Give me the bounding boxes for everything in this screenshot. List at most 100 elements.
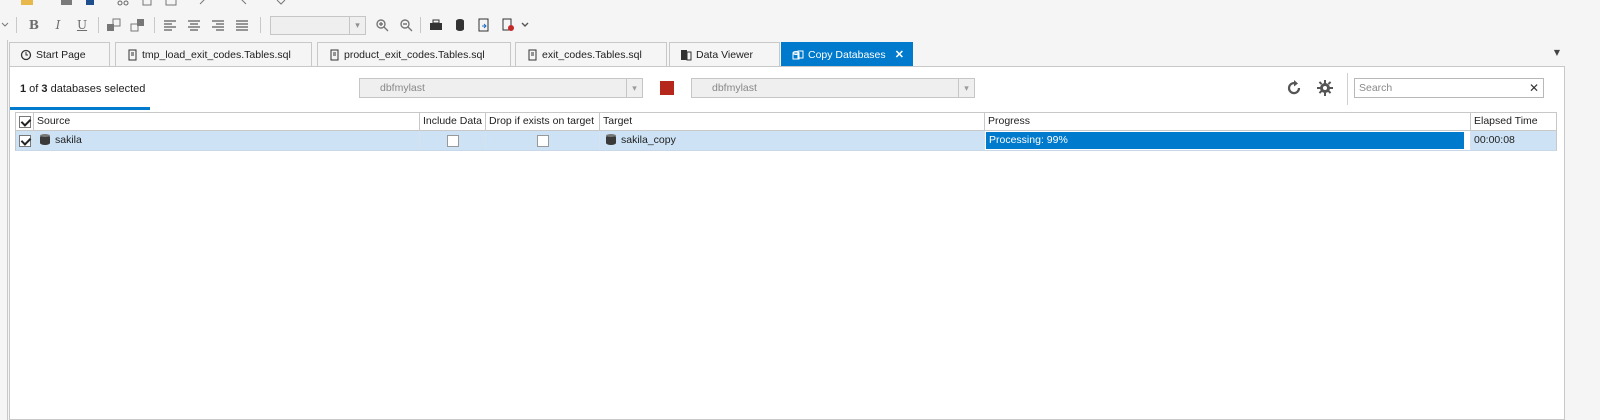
align-justify-icon[interactable]	[232, 15, 252, 35]
copy-databases-panel: 1 of 3 databases selected dbfmylast ▾ db…	[9, 66, 1565, 420]
chevron-down-icon[interactable]: ▾	[626, 79, 642, 97]
top-toolbar	[0, 0, 1600, 8]
zoom-in-icon[interactable]	[372, 15, 392, 35]
databases-grid: Source Include Data Drop if exists on ta…	[15, 112, 1557, 151]
database-icon	[40, 134, 50, 146]
indent-icon[interactable]	[104, 15, 124, 35]
italic-button[interactable]: I	[48, 15, 68, 35]
database-icon[interactable]	[450, 15, 470, 35]
toolbar-separator	[1347, 73, 1348, 105]
data-viewer-icon	[680, 49, 692, 61]
copy-icon[interactable]	[140, 0, 154, 6]
align-left-icon[interactable]	[160, 15, 180, 35]
align-right-icon[interactable]	[208, 15, 228, 35]
right-margin	[1565, 66, 1600, 420]
export-document-icon[interactable]	[474, 15, 494, 35]
tab-exit-codes[interactable]: exit_codes.Tables.sql	[515, 42, 667, 66]
grid-header: Source Include Data Drop if exists on ta…	[15, 112, 1557, 131]
tab-overflow-chevron-icon[interactable]: ▼	[1554, 48, 1560, 57]
column-header-source[interactable]: Source	[34, 113, 420, 130]
tab-label: product_exit_codes.Tables.sql	[344, 48, 485, 61]
left-dock-strip	[0, 40, 8, 420]
include-data-checkbox[interactable]	[446, 134, 459, 147]
tab-copy-databases[interactable]: Copy Databases ✕	[781, 42, 913, 66]
sql-script-icon	[526, 49, 538, 61]
redo-icon[interactable]	[236, 0, 250, 6]
drop-if-exists-checkbox[interactable]	[536, 134, 549, 147]
tab-data-viewer[interactable]: Data Viewer	[669, 42, 780, 66]
overall-progress-indicator	[10, 107, 150, 110]
refresh-icon[interactable]	[1284, 78, 1304, 98]
save-all-icon[interactable]	[84, 0, 98, 6]
dropdown-arrow-icon[interactable]	[274, 0, 288, 6]
folder-icon[interactable]	[20, 0, 34, 6]
include-data-cell	[420, 131, 486, 150]
tab-label: Copy Databases	[808, 48, 886, 61]
start-page-icon	[20, 49, 32, 61]
tab-label: tmp_load_exit_codes.Tables.sql	[142, 48, 291, 61]
sql-script-icon	[328, 49, 340, 61]
cut-icon[interactable]	[116, 0, 130, 6]
sql-script-icon	[126, 49, 138, 61]
document-tab-bar: Start Page tmp_load_exit_codes.Tables.sq…	[9, 42, 1600, 66]
target-cell: sakila_copy	[600, 131, 985, 150]
target-connection-value: dbfmylast	[712, 82, 757, 94]
search-input[interactable]	[1355, 79, 1525, 97]
column-header-elapsed-time[interactable]: Elapsed Time	[1471, 113, 1556, 130]
paste-icon[interactable]	[164, 0, 178, 6]
chevron-down-icon[interactable]	[518, 15, 532, 35]
app-window: B I U ▾ Start Page tmp_load_exit_codes.T…	[0, 0, 1600, 420]
source-connection-select[interactable]: dbfmylast ▾	[359, 78, 643, 98]
toolbar-overflow-chevron-icon[interactable]	[0, 15, 10, 35]
toolbar-separator	[260, 17, 261, 33]
target-connection-select[interactable]: dbfmylast ▾	[691, 78, 975, 98]
toolbar-separator	[16, 17, 17, 33]
chevron-down-icon[interactable]: ▾	[349, 17, 365, 34]
drop-if-exists-cell	[486, 131, 600, 150]
toolbar-separator	[98, 17, 99, 33]
clear-search-icon[interactable]: ✕	[1526, 80, 1542, 96]
formatting-toolbar: B I U ▾	[0, 12, 1600, 38]
row-select-cell	[16, 131, 34, 150]
tab-label: Start Page	[36, 48, 86, 61]
align-center-icon[interactable]	[184, 15, 204, 35]
progress-cell: Processing: 99%	[985, 131, 1471, 150]
select-all-cell	[16, 113, 34, 130]
search-box: ✕	[1354, 78, 1544, 98]
table-row[interactable]: sakila sakila_copy Processing: 99% 00:00…	[15, 131, 1557, 151]
zoom-out-icon[interactable]	[396, 15, 416, 35]
column-header-drop-if-exists[interactable]: Drop if exists on target	[486, 113, 600, 130]
progress-text: Processing: 99%	[989, 134, 1068, 146]
close-icon[interactable]: ✕	[895, 48, 904, 61]
target-database-name[interactable]: sakila_copy	[621, 134, 676, 146]
font-size-select[interactable]: ▾	[270, 16, 366, 35]
tab-start-page[interactable]: Start Page	[9, 42, 110, 66]
outdent-icon[interactable]	[128, 15, 148, 35]
undo-icon[interactable]	[198, 0, 212, 6]
copy-databases-icon	[792, 49, 804, 61]
toolbox-icon[interactable]	[426, 15, 446, 35]
select-all-checkbox[interactable]	[18, 115, 31, 128]
elapsed-time-cell: 00:00:08	[1474, 134, 1515, 146]
column-header-progress[interactable]: Progress	[985, 113, 1471, 130]
row-checkbox[interactable]	[18, 134, 31, 147]
source-database-name: sakila	[55, 134, 82, 146]
underline-button[interactable]: U	[72, 15, 92, 35]
save-icon[interactable]	[60, 0, 74, 6]
toolbar-separator	[420, 17, 421, 33]
source-connection-value: dbfmylast	[380, 82, 425, 94]
tab-product-exit-codes[interactable]: product_exit_codes.Tables.sql	[317, 42, 511, 66]
tab-tmp-load-exit-codes[interactable]: tmp_load_exit_codes.Tables.sql	[115, 42, 312, 66]
selection-summary: 1 of 3 databases selected	[20, 83, 146, 95]
bold-button[interactable]: B	[24, 15, 44, 35]
stop-button[interactable]	[660, 81, 674, 95]
chevron-down-icon[interactable]: ▾	[958, 79, 974, 97]
database-icon	[606, 134, 616, 146]
column-header-target[interactable]: Target	[600, 113, 985, 130]
tab-label: Data Viewer	[696, 48, 754, 61]
delete-document-icon[interactable]	[498, 15, 518, 35]
tab-label: exit_codes.Tables.sql	[542, 48, 642, 61]
source-cell: sakila	[34, 131, 420, 150]
gear-icon[interactable]	[1314, 78, 1336, 98]
column-header-include-data[interactable]: Include Data	[420, 113, 486, 130]
